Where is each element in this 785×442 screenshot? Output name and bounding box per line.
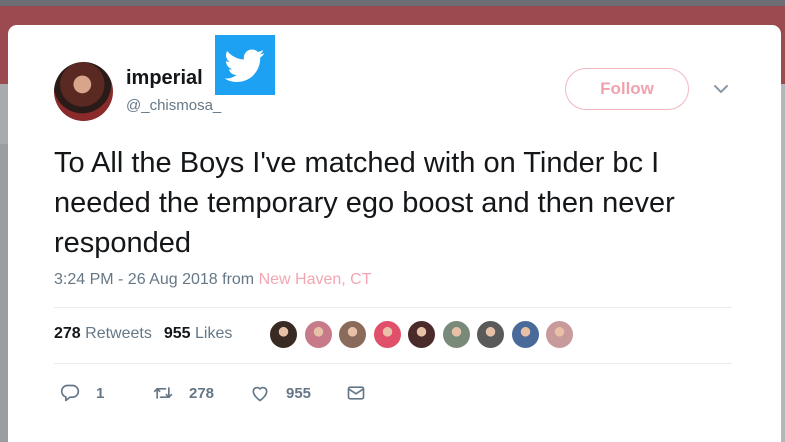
likes-label: Likes [195,325,233,342]
heart-icon [252,386,268,402]
retweet-count: 278 [189,384,215,402]
liker-avatar[interactable] [407,320,436,349]
divider [54,363,732,364]
liker-avatar[interactable] [545,320,574,349]
avatar[interactable] [54,62,113,121]
likes-count: 955 [163,325,191,342]
divider [54,307,732,308]
author-name[interactable]: imperial [126,67,203,90]
retweet-button[interactable]: 278 [153,381,214,405]
retweets-label: Retweets [85,325,152,342]
tweet-text: To All the Boys I've matched with on Tin… [54,147,675,259]
liker-avatar[interactable] [476,320,505,349]
like-count: 955 [286,384,312,402]
reply-button[interactable]: 1 [60,381,104,405]
tweet-location[interactable]: New Haven, CT [259,271,372,288]
message-button[interactable] [346,381,366,405]
tweet-card: imperial @_chismosa_ Follow To All the B… [8,25,781,442]
reply-icon [60,384,80,402]
bird-glyph [225,49,265,82]
liker-avatar[interactable] [441,320,471,349]
tweet-timestamp[interactable]: 3:24 PM - 26 Aug 2018 from [54,271,259,288]
reply-count: 1 [96,384,105,402]
author-handle[interactable]: @_chismosa_ [126,97,221,114]
liker-avatar[interactable] [372,320,402,349]
chevron-down-icon[interactable] [713,83,729,95]
likes-stat[interactable]: 955 Likes [164,325,233,342]
liker-avatar[interactable] [510,320,540,349]
retweet-icon [153,387,173,399]
retweets-count: 278 [54,325,81,342]
twitter-logo-icon [215,35,275,95]
like-button[interactable]: 955 [250,381,311,405]
tweet-meta: 3:24 PM - 26 Aug 2018 from New Haven, CT [54,271,371,289]
liker-avatar[interactable] [338,320,367,349]
message-icon [347,386,365,400]
liker-avatar[interactable] [269,320,298,349]
tweet-stats: 278 Retweets 955 Likes [54,325,232,343]
retweets-stat[interactable]: 278 Retweets [54,325,152,342]
follow-button[interactable]: Follow [565,68,689,110]
liker-avatar[interactable] [303,320,333,349]
